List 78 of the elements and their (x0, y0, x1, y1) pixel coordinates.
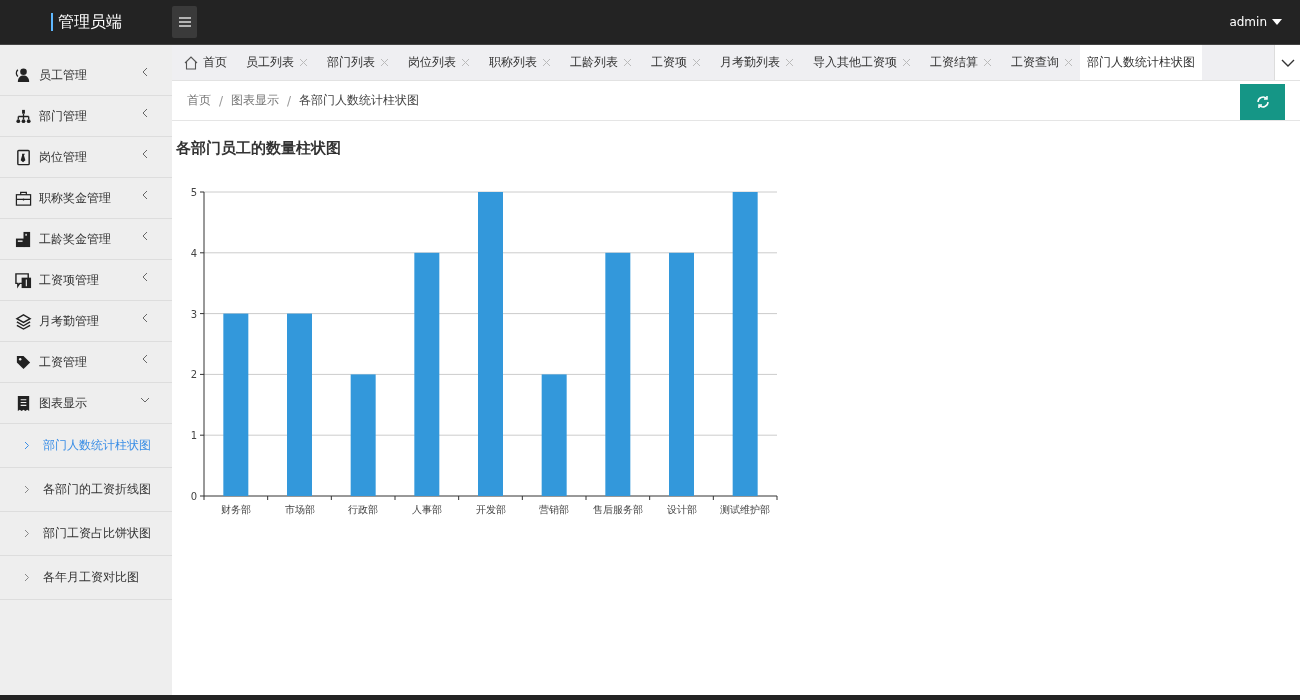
people-icon (15, 66, 32, 84)
refresh-button[interactable] (1240, 83, 1285, 120)
close-icon[interactable] (542, 58, 551, 67)
nav-item[interactable]: 职称奖金管理 (0, 178, 172, 219)
close-icon[interactable] (1064, 58, 1073, 67)
axis-tick-label: 5 (190, 187, 197, 198)
nav-item[interactable]: 月考勤管理 (0, 301, 172, 342)
bill-icon (15, 271, 32, 289)
close-icon[interactable] (902, 58, 911, 67)
org-chart-icon (15, 107, 32, 125)
submenu-item[interactable]: 部门工资占比饼状图 (0, 512, 172, 556)
chevron-down-icon (1280, 58, 1295, 67)
close-icon[interactable] (983, 58, 992, 67)
submenu-item[interactable]: 各年月工资对比图 (0, 556, 172, 600)
axis-tick-label: 1 (190, 430, 197, 442)
menu-icon (177, 16, 192, 28)
close-icon[interactable] (785, 58, 794, 67)
nav-item[interactable]: 部门管理 (0, 96, 172, 137)
close-icon[interactable] (380, 58, 389, 67)
axis-tick-label: 财务部 (220, 504, 251, 515)
receipt-icon (15, 394, 32, 412)
menu-button[interactable] (172, 6, 197, 38)
axis-tick-label: 2 (190, 369, 197, 381)
id-badge-icon (15, 148, 32, 166)
tab[interactable]: 员工列表 (234, 45, 315, 80)
close-icon[interactable] (692, 58, 701, 67)
breadcrumb-separator: / (287, 93, 292, 108)
axis-tick-label: 营销部 (539, 504, 570, 515)
axis-tick-label: 售后服务部 (592, 504, 643, 515)
tabs-dropdown-button[interactable] (1274, 45, 1300, 80)
close-icon[interactable] (299, 58, 308, 67)
tab[interactable]: 导入其他工资项 (801, 45, 918, 80)
tab[interactable]: 首页 (172, 45, 234, 80)
refresh-icon (1254, 93, 1271, 110)
close-icon[interactable] (461, 58, 470, 67)
axis-tick-label: 市场部 (284, 504, 315, 515)
tab[interactable]: 岗位列表 (396, 45, 477, 80)
tab[interactable]: 月考勤列表 (708, 45, 801, 80)
breadcrumb-item[interactable]: 图表显示 (231, 92, 280, 109)
home-icon (184, 55, 198, 70)
breadcrumb-item[interactable]: 首页 (187, 92, 211, 109)
nav-item[interactable]: 员工管理 (0, 55, 172, 96)
tag-icon (15, 353, 32, 371)
submenu-item[interactable]: 各部门的工资折线图 (0, 468, 172, 512)
chart-title: 各部门员工的数量柱状图 (176, 139, 342, 158)
nav-item[interactable]: 岗位管理 (0, 137, 172, 178)
nav-item[interactable]: 图表显示 (0, 383, 172, 424)
axis-tick-label: 3 (190, 308, 197, 320)
briefcase-icon (15, 189, 32, 207)
building-icon (15, 230, 32, 248)
tab[interactable]: 部门人数统计柱状图 (1080, 45, 1202, 80)
breadcrumb-item: 各部门人数统计柱状图 (299, 92, 420, 109)
axis-tick-label: 设计部 (666, 504, 697, 515)
layers-icon (15, 312, 32, 330)
tab[interactable]: 工龄列表 (558, 45, 639, 80)
chevron-right-icon (24, 485, 30, 494)
chevron-right-icon (24, 529, 30, 538)
chevron-right-icon (24, 441, 30, 450)
close-icon[interactable] (623, 58, 632, 67)
caret-icon (1272, 19, 1282, 25)
tab[interactable]: 职称列表 (477, 45, 558, 80)
axis-tick-label: 测试维护部 (720, 504, 771, 515)
nav-item[interactable]: 工资项管理 (0, 260, 172, 301)
user-menu[interactable]: admin (1229, 15, 1282, 29)
axis-tick-label: 4 (190, 247, 197, 259)
tab[interactable]: 部门列表 (315, 45, 396, 80)
axis-tick-label: 开发部 (475, 504, 506, 515)
nav-item[interactable]: 工资管理 (0, 342, 172, 383)
app-title: 管理员端 (57, 11, 122, 33)
chevron-right-icon (24, 573, 30, 582)
axis-tick-label: 0 (190, 491, 197, 502)
tab[interactable]: 工资结算 (918, 45, 999, 80)
axis-tick-label: 人事部 (411, 504, 442, 515)
tab[interactable]: 工资查询 (999, 45, 1080, 80)
axis-tick-label: 行政部 (348, 504, 379, 515)
breadcrumb-separator: / (219, 93, 224, 108)
tab[interactable]: 工资项 (639, 45, 708, 80)
nav-item[interactable]: 工龄奖金管理 (0, 219, 172, 260)
